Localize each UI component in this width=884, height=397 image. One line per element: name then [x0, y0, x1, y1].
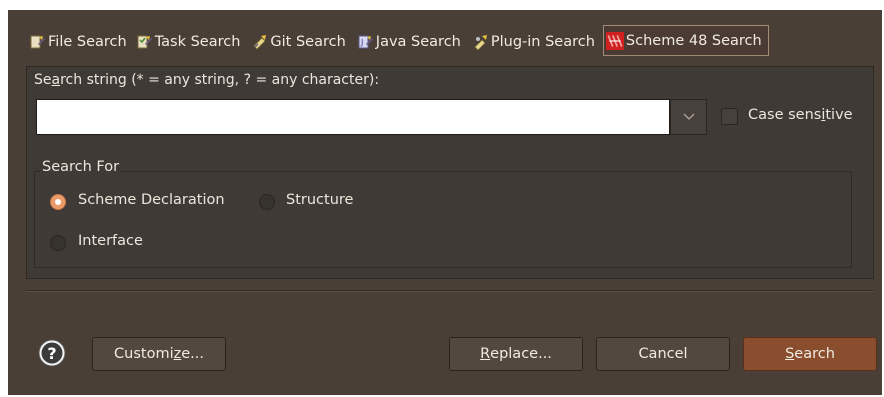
replace-button[interactable]: Replace... — [449, 337, 583, 371]
help-icon[interactable]: ? — [38, 339, 66, 367]
search-string-label: Search string (* = any string, ? = any c… — [34, 72, 380, 88]
scheme-declaration-radio[interactable] — [50, 194, 66, 210]
search-history-dropdown[interactable] — [670, 99, 707, 135]
search-string-input[interactable] — [36, 99, 670, 135]
structure-radio[interactable] — [259, 194, 275, 210]
svg-text:?: ? — [47, 344, 56, 363]
cancel-button[interactable]: Cancel — [596, 337, 730, 371]
tab-label: Task Search — [154, 34, 241, 50]
tab-plugin-search[interactable]: Plug-in Search — [463, 28, 597, 56]
tab-git-search[interactable]: Git Search — [242, 28, 347, 56]
tab-label: File Search — [48, 34, 127, 50]
search-for-title: Search For — [40, 159, 122, 175]
tab-java-search[interactable]: J Java Search — [348, 28, 463, 56]
java-search-icon: J — [358, 35, 373, 49]
tab-label: Plug-in Search — [490, 34, 595, 50]
file-search-icon — [30, 35, 45, 49]
customize-button[interactable]: Customi z e... — [92, 337, 226, 371]
case-sensitive-checkbox[interactable] — [721, 108, 738, 125]
task-search-icon — [137, 35, 152, 49]
plugin-search-icon — [474, 35, 487, 50]
structure-label[interactable]: Structure — [286, 192, 353, 208]
chevron-down-icon — [682, 113, 695, 121]
tab-file-search[interactable]: File Search — [20, 28, 129, 56]
search-tabs: File Search Task Search Git Search J Jav… — [20, 22, 769, 66]
tab-label: Scheme 48 Search — [625, 32, 762, 49]
scheme-declaration-label[interactable]: Scheme Declaration — [78, 192, 225, 208]
tab-label: Java Search — [375, 34, 461, 50]
tab-label: Git Search — [270, 34, 346, 50]
tab-scheme48-search[interactable]: Scheme 48 Search — [602, 25, 769, 56]
git-search-icon — [253, 35, 267, 50]
search-for-group — [34, 171, 852, 268]
button-bar-separator — [26, 290, 874, 292]
interface-label[interactable]: Interface — [78, 233, 143, 249]
search-button[interactable]: Search — [743, 337, 877, 371]
scheme48-search-icon — [605, 31, 624, 50]
case-sensitive-label[interactable]: Case sensitive — [748, 107, 853, 123]
interface-radio[interactable] — [50, 235, 66, 251]
svg-text:J: J — [360, 38, 363, 47]
tab-task-search[interactable]: Task Search — [129, 28, 243, 56]
